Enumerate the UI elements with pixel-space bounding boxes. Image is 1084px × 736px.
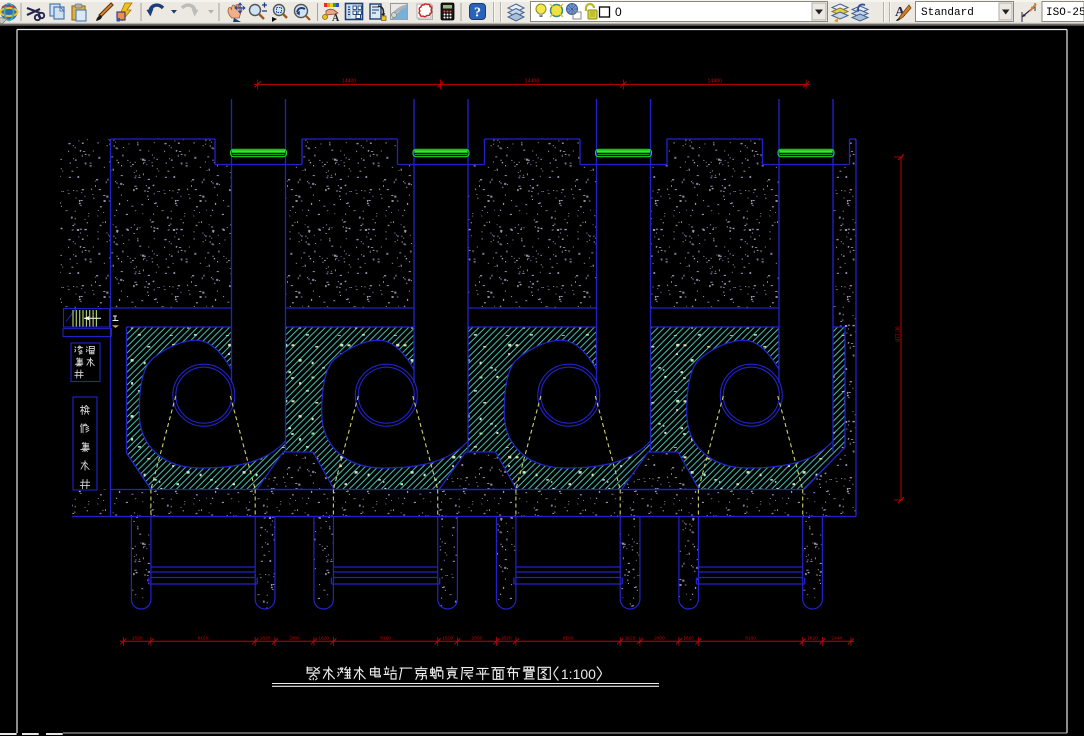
svg-text:2444: 2444 xyxy=(831,635,842,641)
svg-text:2000: 2000 xyxy=(472,635,483,641)
svg-text:14400: 14400 xyxy=(342,78,357,84)
svg-text:1620: 1620 xyxy=(683,635,694,641)
svg-text:1620: 1620 xyxy=(807,635,818,641)
svg-text:A: A xyxy=(332,13,340,24)
svg-text:1620: 1620 xyxy=(260,635,271,641)
svg-text:14400: 14400 xyxy=(525,78,540,84)
svg-text:1620: 1620 xyxy=(132,635,143,641)
svg-text:1620: 1620 xyxy=(625,635,636,641)
svg-text:8160: 8160 xyxy=(745,635,756,641)
svg-text:14400: 14400 xyxy=(707,78,722,84)
svg-text:1620: 1620 xyxy=(501,635,512,641)
svg-text:0: 0 xyxy=(615,5,622,19)
svg-text:877.38: 877.38 xyxy=(896,326,902,342)
svg-text:2000: 2000 xyxy=(654,635,665,641)
svg-text:ISO-25: ISO-25 xyxy=(1046,7,1084,19)
svg-text:8160: 8160 xyxy=(563,635,574,641)
svg-text:1620: 1620 xyxy=(442,635,453,641)
svg-text:?: ? xyxy=(474,6,481,21)
svg-text:1:100: 1:100 xyxy=(561,666,596,682)
svg-text:1620: 1620 xyxy=(318,635,329,641)
svg-text:2000: 2000 xyxy=(289,635,300,641)
svg-text:8160: 8160 xyxy=(198,635,209,641)
svg-text:Standard: Standard xyxy=(921,7,974,19)
svg-text:8160: 8160 xyxy=(380,635,391,641)
